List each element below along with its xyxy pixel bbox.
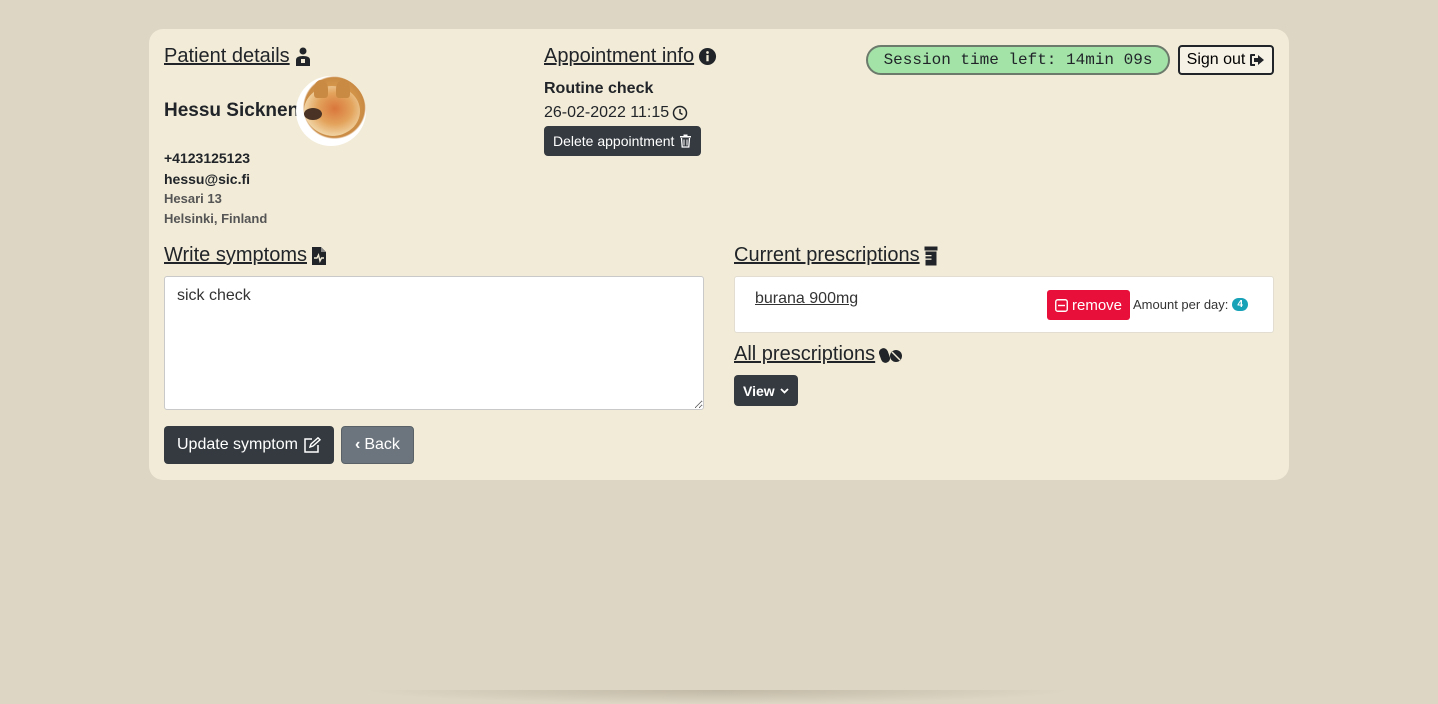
remove-label: remove [1072,296,1123,314]
footer-shadow [360,690,1076,704]
sign-out-button[interactable]: Sign out [1178,45,1274,75]
chevron-left-icon: ‹ [355,436,361,453]
chevron-down-icon [780,387,789,394]
prescription-name-link[interactable]: burana 900mg [755,290,858,308]
edit-icon [304,436,321,453]
write-symptoms-heading[interactable]: Write symptoms [164,244,327,267]
session-timer: Session time left: 14min 09s [866,45,1170,75]
current-prescriptions-title: Current prescriptions [734,244,920,266]
trash-icon [680,134,692,148]
view-prescriptions-dropdown[interactable]: View [734,375,798,406]
delete-appointment-label: Delete appointment [553,133,675,149]
info-icon [699,47,717,66]
patient-phone: +4123125123 [164,150,251,166]
appointment-datetime: 26-02-2022 11:15 [544,104,688,122]
all-prescriptions-title: All prescriptions [734,343,876,365]
prescription-list-item: burana 900mg remove Amount per day: 4 [734,276,1274,333]
remove-prescription-button[interactable]: remove [1047,290,1131,320]
pills-icon [879,347,903,363]
back-button[interactable]: ‹ Back [341,426,414,464]
patient-icon [295,47,310,66]
clock-icon [672,105,688,121]
write-symptoms-title: Write symptoms [164,244,307,266]
minus-square-icon [1055,298,1068,312]
patient-avatar [296,76,366,146]
appointment-info-title: Appointment info [544,45,695,67]
appointment-info-heading[interactable]: Appointment info [544,45,717,68]
symptoms-textarea[interactable]: sick check [164,276,704,410]
back-label: Back [364,436,400,453]
appointment-type: Routine check [544,80,654,97]
patient-details-heading[interactable]: Patient details [164,45,312,68]
current-prescriptions-heading[interactable]: Current prescriptions [734,244,938,267]
patient-address-street: Hesari 13 [164,191,222,206]
sign-out-label: Sign out [1186,51,1246,68]
patient-details-title: Patient details [164,45,290,67]
update-symptom-button[interactable]: Update symptom [164,426,334,464]
amount-per-day: Amount per day: 4 [1133,297,1248,312]
all-prescriptions-heading[interactable]: All prescriptions [734,343,903,366]
sign-out-icon [1250,54,1265,66]
amount-per-day-label: Amount per day: [1133,297,1229,312]
amount-badge: 4 [1232,298,1248,311]
appointment-card: Patient details Hessu Sicknen +412312512… [149,29,1289,480]
patient-address-city: Helsinki, Finland [164,211,268,226]
patient-email: hessu@sic.fi [164,171,251,187]
update-symptom-label: Update symptom [177,436,298,453]
prescription-bottle-icon [924,246,938,265]
medical-file-icon [311,246,326,265]
patient-name: Hessu Sicknen [164,100,300,121]
delete-appointment-button[interactable]: Delete appointment [544,126,702,156]
view-label: View [743,382,775,399]
appointment-datetime-text: 26-02-2022 11:15 [544,104,670,121]
